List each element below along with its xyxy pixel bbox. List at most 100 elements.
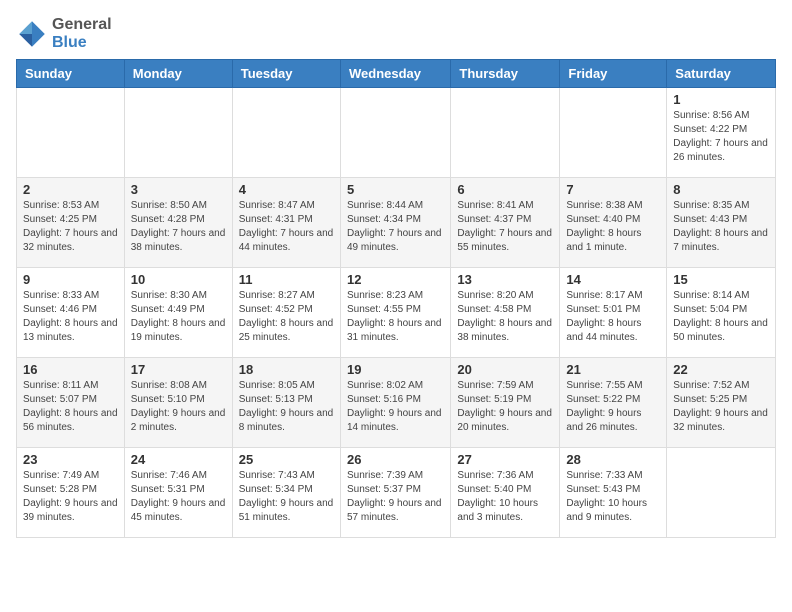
day-number: 11 — [239, 272, 334, 287]
day-info: Sunrise: 7:46 AM Sunset: 5:31 PM Dayligh… — [131, 469, 226, 525]
day-info: Sunrise: 8:20 AM Sunset: 4:58 PM Dayligh… — [457, 289, 553, 345]
calendar-cell: 1 Sunrise: 8:56 AM Sunset: 4:22 PM Daylig… — [667, 88, 776, 178]
day-number: 15 — [673, 272, 769, 287]
day-info: Sunrise: 8:33 AM Sunset: 4:46 PM Dayligh… — [23, 289, 118, 345]
calendar-cell — [451, 88, 560, 178]
calendar-cell: 23 Sunrise: 7:49 AM Sunset: 5:28 PM Dayli… — [17, 448, 125, 538]
calendar-cell: 5Sunrise: 8:44 AM Sunset: 4:34 PM Daylig… — [340, 178, 450, 268]
week-row-4: 16Sunrise: 8:11 AM Sunset: 5:07 PM Dayli… — [17, 358, 776, 448]
day-info: Sunrise: 8:11 AM Sunset: 5:07 PM Dayligh… — [23, 379, 118, 435]
calendar-cell: 9 Sunrise: 8:33 AM Sunset: 4:46 PM Daylig… — [17, 268, 125, 358]
day-info: Sunrise: 8:14 AM Sunset: 5:04 PM Dayligh… — [673, 289, 769, 345]
week-row-1: 1 Sunrise: 8:56 AM Sunset: 4:22 PM Daylig… — [17, 88, 776, 178]
weekday-header-wednesday: Wednesday — [340, 60, 450, 88]
day-info: Sunrise: 7:59 AM Sunset: 5:19 PM Dayligh… — [457, 379, 553, 435]
week-row-5: 23 Sunrise: 7:49 AM Sunset: 5:28 PM Dayli… — [17, 448, 776, 538]
day-number: 4 — [239, 182, 334, 197]
day-number: 13 — [457, 272, 553, 287]
calendar-cell: 2 Sunrise: 8:53 AM Sunset: 4:25 PM Daylig… — [17, 178, 125, 268]
day-number: 21 — [566, 362, 660, 377]
day-info: Sunrise: 8:02 AM Sunset: 5:16 PM Dayligh… — [347, 379, 444, 435]
day-info: Sunrise: 8:44 AM Sunset: 4:34 PM Dayligh… — [347, 199, 444, 255]
calendar-cell: 27 Sunrise: 7:36 AM Sunset: 5:40 PM Dayli… — [451, 448, 560, 538]
week-row-3: 9 Sunrise: 8:33 AM Sunset: 4:46 PM Daylig… — [17, 268, 776, 358]
calendar-body: 1 Sunrise: 8:56 AM Sunset: 4:22 PM Daylig… — [17, 88, 776, 538]
week-row-2: 2 Sunrise: 8:53 AM Sunset: 4:25 PM Daylig… — [17, 178, 776, 268]
calendar-cell: 6Sunrise: 8:41 AM Sunset: 4:37 PM Daylig… — [451, 178, 560, 268]
day-info: Sunrise: 7:33 AM Sunset: 5:43 PM Dayligh… — [566, 469, 660, 525]
calendar-cell — [232, 88, 340, 178]
day-number: 22 — [673, 362, 769, 377]
calendar-cell: 12 Sunrise: 8:23 AM Sunset: 4:55 PM Dayli… — [340, 268, 450, 358]
logo-icon — [16, 18, 48, 50]
weekday-header-tuesday: Tuesday — [232, 60, 340, 88]
weekday-header-sunday: Sunday — [17, 60, 125, 88]
day-number: 2 — [23, 182, 118, 197]
calendar-cell: 24 Sunrise: 7:46 AM Sunset: 5:31 PM Dayli… — [124, 448, 232, 538]
day-number: 1 — [673, 92, 769, 107]
calendar-cell: 8 Sunrise: 8:35 AM Sunset: 4:43 PM Daylig… — [667, 178, 776, 268]
calendar-cell: 11 Sunrise: 8:27 AM Sunset: 4:52 PM Dayli… — [232, 268, 340, 358]
day-info: Sunrise: 8:05 AM Sunset: 5:13 PM Dayligh… — [239, 379, 334, 435]
logo-text: General Blue — [52, 16, 112, 51]
day-number: 17 — [131, 362, 226, 377]
calendar-cell — [124, 88, 232, 178]
calendar-cell: 16Sunrise: 8:11 AM Sunset: 5:07 PM Dayli… — [17, 358, 125, 448]
calendar-cell — [560, 88, 667, 178]
day-info: Sunrise: 8:35 AM Sunset: 4:43 PM Dayligh… — [673, 199, 769, 255]
day-number: 6 — [457, 182, 553, 197]
day-info: Sunrise: 8:38 AM Sunset: 4:40 PM Dayligh… — [566, 199, 660, 255]
day-number: 8 — [673, 182, 769, 197]
day-info: Sunrise: 8:27 AM Sunset: 4:52 PM Dayligh… — [239, 289, 334, 345]
day-info: Sunrise: 8:30 AM Sunset: 4:49 PM Dayligh… — [131, 289, 226, 345]
calendar-cell: 17 Sunrise: 8:08 AM Sunset: 5:10 PM Dayli… — [124, 358, 232, 448]
weekday-header-monday: Monday — [124, 60, 232, 88]
weekday-header-friday: Friday — [560, 60, 667, 88]
calendar-cell: 25 Sunrise: 7:43 AM Sunset: 5:34 PM Dayli… — [232, 448, 340, 538]
day-number: 9 — [23, 272, 118, 287]
day-info: Sunrise: 8:23 AM Sunset: 4:55 PM Dayligh… — [347, 289, 444, 345]
day-info: Sunrise: 8:17 AM Sunset: 5:01 PM Dayligh… — [566, 289, 660, 345]
day-number: 24 — [131, 452, 226, 467]
calendar-cell: 15 Sunrise: 8:14 AM Sunset: 5:04 PM Dayli… — [667, 268, 776, 358]
day-number: 19 — [347, 362, 444, 377]
day-number: 28 — [566, 452, 660, 467]
weekday-header-saturday: Saturday — [667, 60, 776, 88]
day-info: Sunrise: 7:49 AM Sunset: 5:28 PM Dayligh… — [23, 469, 118, 525]
calendar-table: SundayMondayTuesdayWednesdayThursdayFrid… — [16, 59, 776, 538]
calendar-cell — [340, 88, 450, 178]
calendar-cell: 13 Sunrise: 8:20 AM Sunset: 4:58 PM Dayli… — [451, 268, 560, 358]
day-info: Sunrise: 8:50 AM Sunset: 4:28 PM Dayligh… — [131, 199, 226, 255]
day-info: Sunrise: 8:56 AM Sunset: 4:22 PM Dayligh… — [673, 109, 769, 165]
day-info: Sunrise: 8:47 AM Sunset: 4:31 PM Dayligh… — [239, 199, 334, 255]
logo: General Blue — [16, 16, 112, 51]
calendar-cell: 10 Sunrise: 8:30 AM Sunset: 4:49 PM Dayli… — [124, 268, 232, 358]
day-number: 3 — [131, 182, 226, 197]
calendar-cell — [667, 448, 776, 538]
day-info: Sunrise: 8:08 AM Sunset: 5:10 PM Dayligh… — [131, 379, 226, 435]
day-number: 7 — [566, 182, 660, 197]
day-info: Sunrise: 7:43 AM Sunset: 5:34 PM Dayligh… — [239, 469, 334, 525]
calendar-cell: 7 Sunrise: 8:38 AM Sunset: 4:40 PM Daylig… — [560, 178, 667, 268]
day-number: 23 — [23, 452, 118, 467]
day-number: 12 — [347, 272, 444, 287]
calendar-cell: 28 Sunrise: 7:33 AM Sunset: 5:43 PM Dayli… — [560, 448, 667, 538]
weekday-header-row: SundayMondayTuesdayWednesdayThursdayFrid… — [17, 60, 776, 88]
calendar-cell: 26 Sunrise: 7:39 AM Sunset: 5:37 PM Dayli… — [340, 448, 450, 538]
day-number: 18 — [239, 362, 334, 377]
day-number: 27 — [457, 452, 553, 467]
day-info: Sunrise: 8:53 AM Sunset: 4:25 PM Dayligh… — [23, 199, 118, 255]
weekday-header-thursday: Thursday — [451, 60, 560, 88]
calendar-cell — [17, 88, 125, 178]
day-number: 26 — [347, 452, 444, 467]
calendar-cell: 22 Sunrise: 7:52 AM Sunset: 5:25 PM Dayli… — [667, 358, 776, 448]
day-number: 10 — [131, 272, 226, 287]
day-number: 25 — [239, 452, 334, 467]
day-info: Sunrise: 7:52 AM Sunset: 5:25 PM Dayligh… — [673, 379, 769, 435]
day-info: Sunrise: 7:39 AM Sunset: 5:37 PM Dayligh… — [347, 469, 444, 525]
calendar-cell: 20Sunrise: 7:59 AM Sunset: 5:19 PM Dayli… — [451, 358, 560, 448]
day-info: Sunrise: 7:36 AM Sunset: 5:40 PM Dayligh… — [457, 469, 553, 525]
calendar-cell: 3 Sunrise: 8:50 AM Sunset: 4:28 PM Daylig… — [124, 178, 232, 268]
calendar-cell: 19 Sunrise: 8:02 AM Sunset: 5:16 PM Dayli… — [340, 358, 450, 448]
day-info: Sunrise: 7:55 AM Sunset: 5:22 PM Dayligh… — [566, 379, 660, 435]
